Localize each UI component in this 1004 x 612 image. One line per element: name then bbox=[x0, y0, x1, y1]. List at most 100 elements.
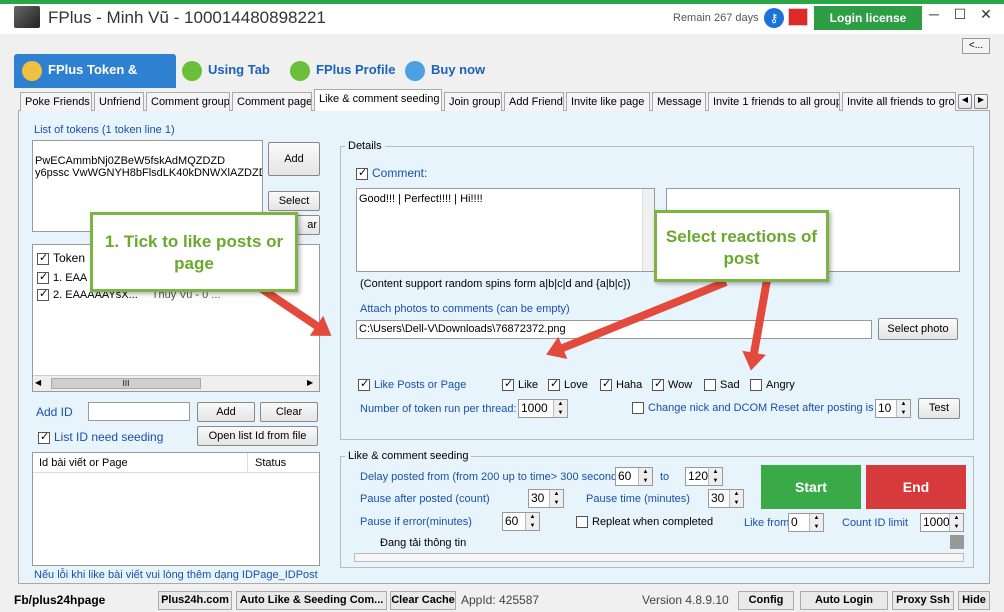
tab-scroll-left-icon[interactable]: ◀ bbox=[958, 94, 972, 109]
subtab-invite-1-friend[interactable]: Invite 1 friends to all group bbox=[708, 92, 840, 111]
list-id-label: List ID need seeding bbox=[54, 430, 164, 444]
plus24h-button[interactable]: Plus24h.com bbox=[158, 591, 232, 610]
stepper-arrows-icon[interactable]: ▲ ▼ bbox=[809, 514, 823, 531]
checkbox[interactable] bbox=[38, 430, 50, 444]
vertical-scrollbar[interactable] bbox=[642, 189, 654, 271]
stepper-arrows-icon[interactable]: ▲ ▼ bbox=[549, 490, 563, 507]
col-status: Status bbox=[255, 457, 287, 469]
reaction-label: Sad bbox=[720, 379, 740, 391]
threads-stepper[interactable]: 1000 ▲ ▼ bbox=[518, 399, 568, 418]
change-nick-stepper[interactable]: 10 ▲ ▼ bbox=[875, 399, 911, 418]
subtab-comment-group[interactable]: Comment group bbox=[146, 92, 230, 111]
reaction-haha[interactable]: Haha bbox=[600, 377, 642, 392]
checkbox[interactable] bbox=[576, 516, 588, 529]
checkbox[interactable] bbox=[652, 377, 664, 392]
clear-id-button[interactable]: Clear bbox=[260, 402, 318, 422]
hide-button[interactable]: Hide bbox=[958, 591, 990, 610]
stepper-arrows-icon[interactable]: ▲ ▼ bbox=[708, 468, 722, 485]
stepper-arrows-icon[interactable]: ▲ ▼ bbox=[525, 513, 539, 530]
table-row[interactable]: 1. EAA bbox=[37, 270, 87, 285]
subtab-message[interactable]: Message bbox=[652, 92, 706, 111]
close-icon[interactable]: ✕ bbox=[974, 6, 998, 26]
pause-time-stepper[interactable]: 30 ▲ ▼ bbox=[708, 489, 744, 508]
comment-textarea[interactable]: Good!!! | Perfect!!!! | Hi!!!! bbox=[356, 188, 655, 272]
login-license-button[interactable]: Login license bbox=[814, 6, 922, 30]
checkbox[interactable] bbox=[548, 377, 560, 392]
stepper-arrows-icon[interactable]: ▲ ▼ bbox=[553, 400, 567, 417]
tab-scroll-right-icon[interactable]: ▶ bbox=[974, 94, 988, 109]
test-button[interactable]: Test bbox=[918, 398, 960, 419]
tab-fplus-profile[interactable]: FPlus Profile bbox=[290, 54, 402, 88]
scroll-left-icon[interactable]: ◀ bbox=[35, 378, 41, 387]
row-checkbox[interactable] bbox=[37, 270, 49, 285]
checkbox[interactable] bbox=[502, 377, 514, 392]
pause-after-stepper[interactable]: 30 ▲ ▼ bbox=[528, 489, 564, 508]
subtab-add-friend[interactable]: Add Friend bbox=[504, 92, 564, 111]
checkbox[interactable] bbox=[704, 379, 716, 392]
like-posts-checkbox[interactable]: Like Posts or Page bbox=[358, 377, 466, 392]
add-id-button[interactable]: Add bbox=[197, 402, 255, 422]
post-list: Id bài viết or Page Status bbox=[32, 452, 320, 566]
add-token-button[interactable]: Add bbox=[268, 142, 320, 176]
tokens-label: List of tokens (1 token line 1) bbox=[34, 124, 175, 136]
stepper-arrows-icon[interactable]: ▲ ▼ bbox=[949, 514, 963, 531]
auto-like-button[interactable]: Auto Like & Seeding Com... bbox=[236, 591, 387, 610]
reaction-angry[interactable]: Angry bbox=[750, 379, 795, 392]
stepper-arrows-icon[interactable]: ▲ ▼ bbox=[638, 468, 652, 485]
stepper-arrows-icon[interactable]: ▲ ▼ bbox=[729, 490, 743, 507]
checkbox[interactable] bbox=[356, 166, 368, 180]
stepper-value: 0 bbox=[791, 515, 798, 529]
key-icon[interactable]: ⚷ bbox=[764, 8, 784, 28]
count-limit-label: Count ID limit bbox=[842, 517, 909, 529]
uk-flag-icon[interactable] bbox=[788, 8, 808, 26]
count-limit-stepper[interactable]: 1000 ▲ ▼ bbox=[920, 513, 964, 532]
reaction-sad[interactable]: Sad bbox=[704, 379, 740, 392]
config-button[interactable]: Config bbox=[738, 591, 794, 610]
checkbox[interactable] bbox=[358, 377, 370, 392]
select-token-button[interactable]: Select bbox=[268, 191, 320, 211]
checkbox[interactable] bbox=[600, 377, 612, 392]
delay-to-stepper[interactable]: 120 ▲ ▼ bbox=[685, 467, 723, 486]
tab-fplus-token-cookie[interactable]: FPlus Token & Cookie bbox=[14, 54, 176, 109]
tab-using-tab[interactable]: Using Tab bbox=[182, 54, 282, 88]
horizontal-scrollbar[interactable]: ◀ III ▶ bbox=[33, 375, 319, 391]
change-nick-checkbox[interactable]: Change nick and DCOM Reset after posting… bbox=[632, 402, 874, 415]
header-checkbox[interactable] bbox=[37, 251, 49, 265]
subtab-invite-all-friends[interactable]: Invite all friends to gro bbox=[842, 92, 956, 111]
pause-error-stepper[interactable]: 60 ▲ ▼ bbox=[502, 512, 540, 531]
end-button[interactable]: End bbox=[866, 465, 966, 509]
clear-cache-button[interactable]: Clear Cache bbox=[390, 591, 456, 610]
subtab-poke-friends[interactable]: Poke Friends bbox=[20, 92, 92, 111]
add-id-input[interactable] bbox=[88, 402, 190, 421]
minimize-icon[interactable]: ─ bbox=[922, 6, 946, 26]
auto-login-button[interactable]: Auto Login bbox=[800, 591, 888, 610]
delay-from-stepper[interactable]: 60 ▲ ▼ bbox=[615, 467, 653, 486]
reaction-love[interactable]: Love bbox=[548, 377, 588, 392]
token-line: PwECAmmbNj0ZBeW5fskAdMQZDZD bbox=[35, 155, 226, 167]
checkbox[interactable] bbox=[750, 379, 762, 392]
row-checkbox[interactable] bbox=[37, 287, 49, 302]
subtab-join-group[interactable]: Join group bbox=[444, 92, 502, 111]
scroll-right-icon[interactable]: ▶ bbox=[307, 378, 313, 387]
select-photo-button[interactable]: Select photo bbox=[878, 318, 958, 340]
scroll-thumb[interactable]: III bbox=[51, 378, 201, 389]
repeat-checkbox[interactable]: Repleat when completed bbox=[576, 516, 713, 529]
reaction-wow[interactable]: Wow bbox=[652, 377, 692, 392]
subtab-like-comment-seeding[interactable]: Like & comment seeding bbox=[314, 89, 442, 111]
open-list-file-button[interactable]: Open list Id from file bbox=[197, 426, 318, 446]
like-from-stepper[interactable]: 0 ▲ ▼ bbox=[788, 513, 824, 532]
comment-checkbox[interactable]: Comment: bbox=[356, 166, 427, 180]
tab-buy-now[interactable]: Buy now bbox=[405, 54, 495, 88]
checkbox[interactable] bbox=[632, 402, 644, 415]
stepper-arrows-icon[interactable]: ▲ ▼ bbox=[896, 400, 910, 417]
collapse-button[interactable]: <... bbox=[962, 38, 990, 54]
maximize-icon[interactable]: ☐ bbox=[948, 6, 972, 26]
list-id-checkbox[interactable]: List ID need seeding bbox=[38, 430, 163, 444]
stepper-value: 120 bbox=[688, 469, 709, 483]
subtab-comment-page[interactable]: Comment page bbox=[232, 92, 312, 111]
start-button[interactable]: Start bbox=[761, 465, 861, 509]
proxy-ssh-button[interactable]: Proxy Ssh bbox=[892, 591, 954, 610]
subtab-invite-like-page[interactable]: Invite like page bbox=[566, 92, 650, 111]
reaction-like[interactable]: Like bbox=[502, 377, 538, 392]
subtab-unfriend[interactable]: Unfriend bbox=[94, 92, 144, 111]
